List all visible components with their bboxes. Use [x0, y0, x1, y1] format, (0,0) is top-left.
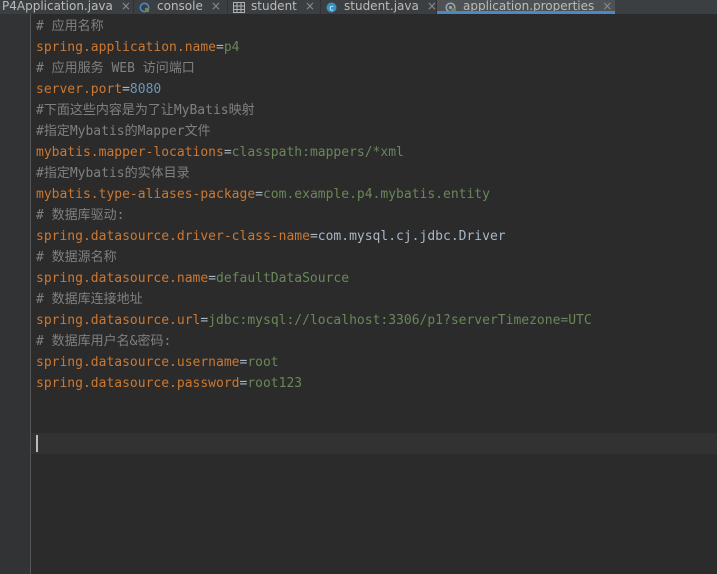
property-value: jdbc:mysql://localhost:3306/p1?serverTim…: [208, 313, 592, 328]
close-icon[interactable]: ×: [121, 0, 131, 13]
property-value: classpath:mappers/*xml: [231, 145, 404, 160]
line-gutter[interactable]: [0, 14, 30, 574]
comment-text: # 数据库用户名&密码:: [36, 334, 172, 349]
editor-tab-bar: P4Application.java × console × student ×…: [0, 0, 717, 14]
code-line: mybatis.mapper-locations=classpath:mappe…: [36, 142, 404, 163]
comment-text: # 应用服务 WEB 访问端口: [36, 61, 195, 76]
code-line: mybatis.type-aliases-package=com.example…: [36, 184, 490, 205]
property-value: root: [247, 355, 279, 370]
property-key: spring.datasource.driver-class-name: [36, 229, 310, 244]
properties-file-icon: [445, 2, 456, 13]
table-icon: [233, 2, 245, 13]
property-key: mybatis.mapper-locations: [36, 145, 224, 160]
text-caret: [36, 435, 38, 452]
tab-divider: [320, 0, 321, 14]
tab-student-java[interactable]: c student.java ×: [326, 0, 437, 14]
comment-text: # 数据库驱动:: [36, 208, 125, 223]
tab-divider: [227, 0, 228, 14]
property-key: spring.datasource.username: [36, 355, 240, 370]
code-line: spring.datasource.name=defaultDataSource: [36, 268, 349, 289]
code-line: # 应用名称: [36, 16, 104, 37]
code-line: spring.application.name=p4: [36, 37, 240, 58]
close-icon[interactable]: ×: [211, 0, 221, 13]
comment-text: #下面这些内容是为了让MyBatis映射: [36, 103, 255, 118]
svg-text:c: c: [329, 3, 333, 12]
code-line: #指定Mybatis的实体目录: [36, 163, 190, 184]
code-line: spring.datasource.driver-class-name=com.…: [36, 226, 506, 247]
code-line: spring.datasource.password=root123: [36, 373, 302, 394]
property-separator: =: [309, 229, 318, 244]
property-key: spring.datasource.password: [36, 376, 240, 391]
property-value: 8080: [129, 82, 162, 97]
property-key: server.port: [36, 82, 123, 97]
close-icon[interactable]: ×: [602, 0, 612, 13]
tab-divider: [133, 0, 134, 14]
code-line: #下面这些内容是为了让MyBatis映射: [36, 100, 255, 121]
code-line: server.port=8080: [36, 79, 161, 100]
comment-text: #指定Mybatis的Mapper文件: [36, 124, 211, 139]
code-line: # 应用服务 WEB 访问端口: [36, 58, 195, 79]
property-value: defaultDataSource: [216, 271, 350, 286]
console-icon: [139, 2, 150, 13]
property-value: com.example.p4.mybatis.entity: [262, 187, 490, 202]
comment-text: #指定Mybatis的实体目录: [36, 166, 190, 181]
tab-label: student.java: [344, 0, 419, 13]
comment-text: # 数据源名称: [36, 250, 117, 265]
tab-label: student: [251, 0, 297, 13]
code-line: # 数据库驱动:: [36, 205, 124, 226]
tab-console[interactable]: console ×: [139, 0, 225, 14]
code-line: spring.datasource.username=root: [36, 352, 279, 373]
comment-text: # 应用名称: [36, 19, 104, 34]
tab-label: P4Application.java: [2, 0, 113, 13]
property-separator: =: [122, 82, 130, 97]
property-value: com.mysql.cj.jdbc.Driver: [317, 229, 506, 244]
tab-student[interactable]: student ×: [233, 0, 319, 14]
tab-application-properties[interactable]: application.properties ×: [437, 0, 615, 14]
code-line: spring.datasource.url=jdbc:mysql://local…: [36, 310, 592, 331]
code-line: # 数据库连接地址: [36, 289, 143, 310]
comment-text: # 数据库连接地址: [36, 292, 143, 307]
tab-label: application.properties: [463, 0, 595, 13]
ide-window: P4Application.java × console × student ×…: [0, 0, 717, 574]
tab-p4application-java[interactable]: P4Application.java ×: [2, 0, 132, 14]
close-icon[interactable]: ×: [305, 0, 315, 13]
code-line: # 数据库用户名&密码:: [36, 331, 171, 352]
property-separator: =: [255, 187, 263, 202]
property-key: spring.datasource.name: [36, 271, 209, 286]
java-class-icon: c: [326, 2, 337, 13]
code-line: # 数据源名称: [36, 247, 117, 268]
code-line: #指定Mybatis的Mapper文件: [36, 121, 211, 142]
property-separator: =: [223, 145, 232, 160]
property-separator: =: [208, 271, 217, 286]
property-value: p4: [223, 40, 240, 55]
code-editor[interactable]: # 应用名称 spring.application.name=p4 # 应用服务…: [31, 14, 717, 574]
tab-label: console: [157, 0, 203, 13]
property-value: root123: [247, 376, 303, 391]
property-key: spring.application.name: [36, 40, 217, 55]
property-separator: =: [216, 40, 224, 55]
property-key: mybatis.type-aliases-package: [36, 187, 256, 202]
property-key: spring.datasource.url: [36, 313, 201, 328]
